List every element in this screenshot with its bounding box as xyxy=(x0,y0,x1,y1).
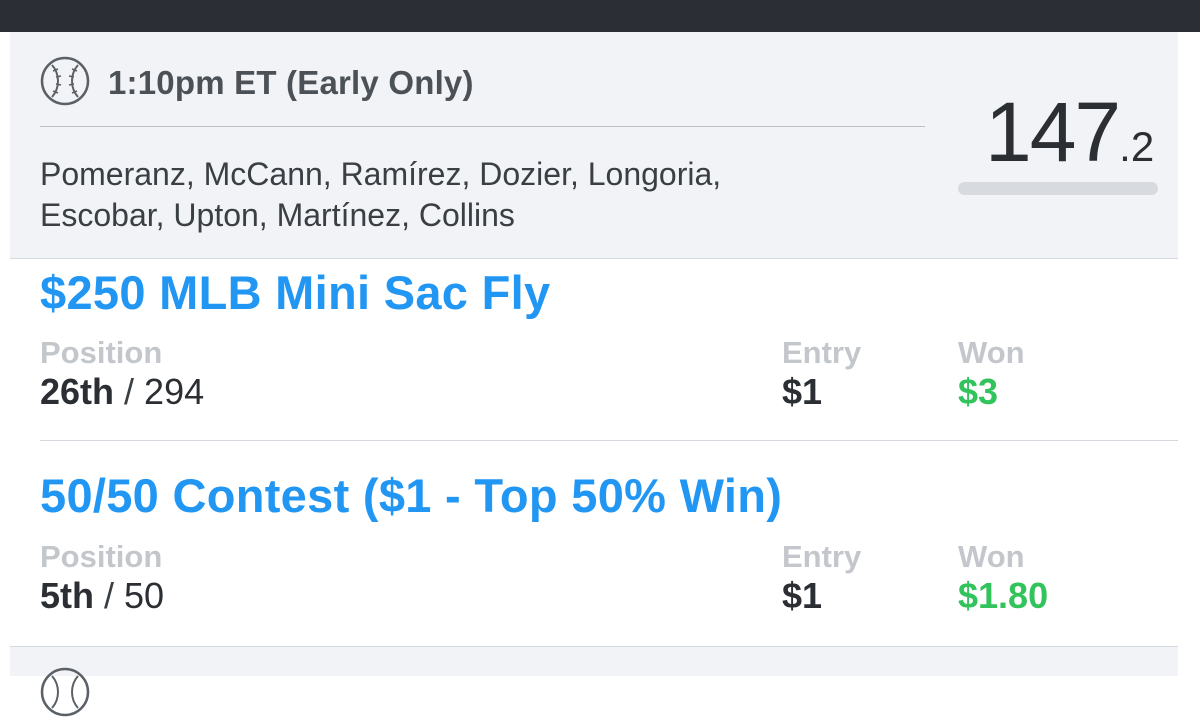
entry-label: Entry xyxy=(782,335,862,370)
player-list: Pomeranz, McCann, Ramírez, Dozier, Longo… xyxy=(40,154,870,236)
player-list-line-2: Escobar, Upton, Martínez, Collins xyxy=(40,197,515,233)
contest-title[interactable]: 50/50 Contest ($1 - Top 50% Win) xyxy=(40,468,782,523)
score-integer: 147 xyxy=(985,85,1121,179)
won-label: Won xyxy=(958,335,1025,370)
position-total: 294 xyxy=(144,371,205,412)
score-progress-bar xyxy=(958,182,1158,195)
right-margin xyxy=(1178,32,1200,675)
lineup-score: 147.2 xyxy=(985,84,1154,181)
position-value: 5th / 50 xyxy=(40,575,165,616)
position-rank: 26th xyxy=(40,371,115,412)
next-lineup-card[interactable] xyxy=(10,646,1178,717)
entry-amount: $1 xyxy=(782,371,823,412)
baseball-icon xyxy=(40,56,90,106)
position-rank: 5th xyxy=(40,575,94,616)
score-decimal: .2 xyxy=(1119,123,1155,170)
lineup-card[interactable]: 1:10pm ET (Early Only) Pomeranz, McCann,… xyxy=(10,32,1178,259)
top-status-bar xyxy=(0,0,1200,32)
won-value: $3 xyxy=(958,371,999,412)
position-total: 50 xyxy=(124,575,165,616)
position-label: Position xyxy=(40,539,163,574)
won-value: $1.80 xyxy=(958,575,1049,616)
entry-value: $1 xyxy=(782,575,822,617)
entry-label: Entry xyxy=(782,539,862,574)
entry-value: $1 xyxy=(782,371,822,413)
contest-row[interactable]: $250 MLB Mini Sac Fly Position 26th / 29… xyxy=(10,259,1178,441)
contest-title[interactable]: $250 MLB Mini Sac Fly xyxy=(40,265,550,320)
player-list-line-1: Pomeranz, McCann, Ramírez, Dozier, Longo… xyxy=(40,156,722,192)
contest-row[interactable]: 50/50 Contest ($1 - Top 50% Win) Positio… xyxy=(10,441,1178,646)
position-label: Position xyxy=(40,335,163,370)
position-value: 26th / 294 xyxy=(40,371,205,412)
won-label: Won xyxy=(958,539,1025,574)
slate-time: 1:10pm ET (Early Only) xyxy=(108,64,474,101)
entry-amount: $1 xyxy=(782,575,823,616)
left-margin xyxy=(0,32,10,675)
lineup-divider xyxy=(40,126,925,127)
